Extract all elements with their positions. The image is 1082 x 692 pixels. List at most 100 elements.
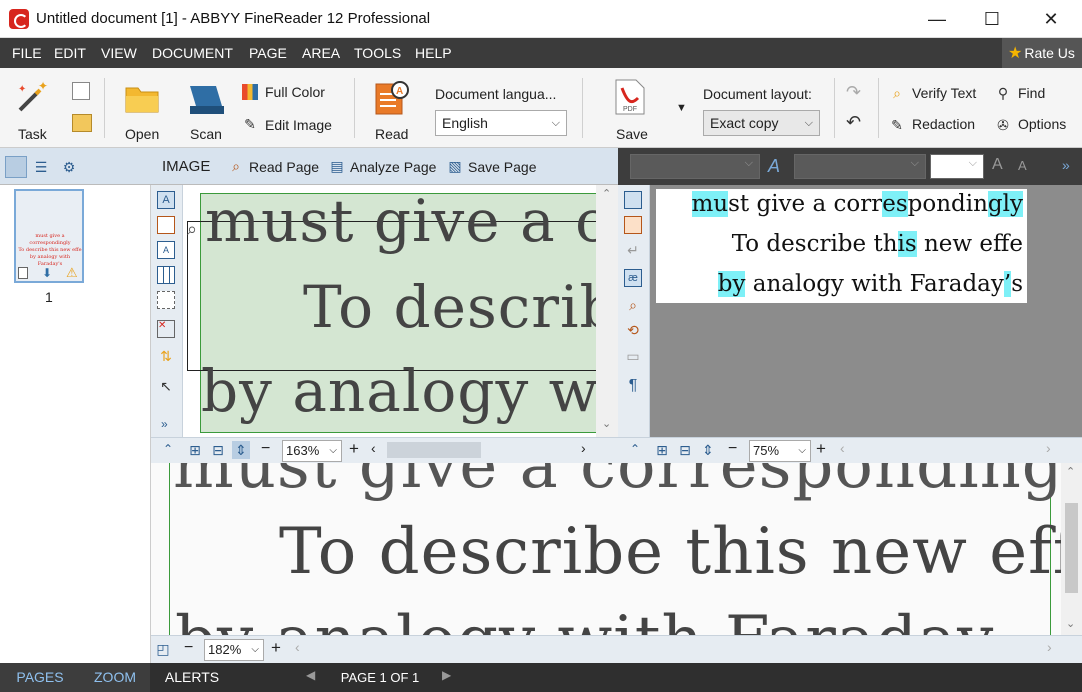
tab-zoom[interactable]: ZOOM [80,663,150,692]
scroll-left-icon[interactable]: ‹ [840,440,845,456]
menu-help[interactable]: HELP [415,38,452,68]
new-document-icon[interactable] [72,82,90,100]
rate-us-button[interactable]: ★ Rate Us [1002,38,1082,68]
menu-page[interactable]: PAGE [249,38,287,68]
minimize-button[interactable]: — [910,0,964,38]
menu-edit[interactable]: EDIT [54,38,86,68]
horizontal-scroll-thumb[interactable] [387,442,481,458]
vertical-scroll-thumb[interactable] [1065,503,1078,593]
read-page-button[interactable]: ⌕ Read Page [227,156,323,178]
decrease-font-icon[interactable]: A [1018,158,1027,173]
text-vertical-scrollbar[interactable] [1060,185,1082,437]
comments-icon[interactable]: ▭ [624,347,642,365]
maximize-button[interactable]: ☐ [965,0,1019,38]
page-properties-icon[interactable]: ⚙ [60,158,78,176]
fit-width-icon[interactable]: ⊟ [209,441,227,459]
zoom-in-icon[interactable]: + [271,638,281,658]
details-view-icon[interactable]: ☰ [32,158,50,176]
scroll-right-icon[interactable]: › [581,440,586,456]
close-button[interactable]: ✕ [1024,0,1078,38]
zoom-window-icon[interactable]: ◰ [154,640,172,658]
picture-area-tool-icon[interactable] [157,216,175,234]
show-text-icon[interactable] [624,191,642,209]
delete-area-tool-icon[interactable]: ✕ [157,320,175,338]
text-style-icon[interactable]: A [768,156,780,177]
pointer-tool-icon[interactable]: ↖ [157,377,175,395]
font-family-select[interactable]: ⌵ [794,154,926,179]
scan-button[interactable]: Scan [182,74,232,144]
zoom-panel-zoom-select[interactable]: 182% ⌵ [204,639,264,661]
save-dropdown-arrow-icon[interactable]: ▼ [676,102,687,114]
save-button[interactable]: PDF Save [606,74,658,144]
menu-tools[interactable]: TOOLS [354,38,401,68]
redaction-button[interactable]: ✎ Redaction [888,114,988,136]
zoom-out-icon[interactable]: − [261,440,270,458]
tab-pages[interactable]: PAGES [0,663,80,692]
collapse-icon[interactable]: ⌃ [163,442,173,456]
save-page-button[interactable]: ▧ Save Page [446,156,546,178]
redo-icon[interactable]: ↷ [846,82,861,103]
task-button[interactable]: ✦ ✦ Task [10,74,56,144]
next-page-icon[interactable]: ▶ [442,668,451,682]
show-pictures-icon[interactable] [624,216,642,234]
open-folder-small-icon[interactable] [72,114,92,132]
scroll-left-icon[interactable]: ‹ [371,440,376,456]
edit-image-button[interactable]: ✎ Edit Image [240,114,340,136]
scroll-right-icon[interactable]: › [1047,639,1052,655]
page-thumbnail[interactable]: must give a correspondingly To describe … [14,189,84,283]
menu-area[interactable]: AREA [302,38,340,68]
scroll-up-icon[interactable]: ⌃ [1066,465,1075,478]
increase-font-icon[interactable]: A [992,156,1003,174]
image-vertical-scrollbar[interactable]: ⌃ ⌄ [596,185,618,437]
options-button[interactable]: ✇ Options [994,114,1076,136]
expand-toolbar-icon[interactable]: » [1062,157,1070,173]
collapse-icon[interactable]: ⌃ [630,442,640,456]
zoom-in-icon[interactable]: + [816,439,826,459]
image-view[interactable]: ⌕ must give a co To describe by analogy … [183,185,596,437]
scroll-down-icon[interactable]: ⌄ [602,417,611,430]
fit-width-icon[interactable]: ⊟ [676,441,694,459]
fit-height-icon[interactable]: ⇕ [699,441,717,459]
verify-text-button[interactable]: ⌕ Verify Text [888,82,988,104]
paragraph-marks-icon[interactable]: ¶ [624,377,642,395]
find-button[interactable]: ⚲ Find [994,82,1074,104]
zoom-vertical-scrollbar[interactable]: ⌃ ⌄ [1061,463,1082,635]
menu-document[interactable]: DOCUMENT [152,38,233,68]
scroll-right-icon[interactable]: › [1046,440,1051,456]
fit-page-icon[interactable]: ⊞ [186,441,204,459]
read-button[interactable]: A Read [368,74,418,144]
open-button[interactable]: Open [118,74,168,144]
tab-alerts[interactable]: ALERTS [152,663,232,692]
menu-view[interactable]: VIEW [101,38,137,68]
text-wrap-icon[interactable]: ↵ [624,241,642,259]
image-zoom-select[interactable]: 163% ⌵ [282,440,342,462]
menu-file[interactable]: FILE [12,38,42,68]
order-areas-icon[interactable]: ⇅ [157,347,175,365]
document-language-select[interactable]: English ⌵ [435,110,567,136]
font-style-select[interactable]: ⌵ [630,154,760,179]
ligature-icon[interactable]: æ [624,269,642,287]
next-error-icon[interactable]: ⟲ [624,321,642,339]
scroll-down-icon[interactable]: ⌄ [1066,617,1075,630]
zoom-out-icon[interactable]: − [184,639,193,657]
text-zoom-select[interactable]: 75% ⌵ [749,440,811,462]
analyze-page-button[interactable]: ▤ Analyze Page [328,156,442,178]
background-picture-tool-icon[interactable]: A [157,241,175,259]
zoom-view[interactable]: must give a correspondingly To describe … [151,463,1061,635]
scroll-up-icon[interactable]: ⌃ [602,187,611,200]
full-color-button[interactable]: Full Color [240,82,340,104]
previous-page-icon[interactable]: ◀ [306,668,315,682]
font-size-select[interactable]: ⌵ [930,154,984,179]
text-area-tool-icon[interactable]: A [157,191,175,209]
more-tools-icon[interactable]: » [161,417,168,431]
scroll-left-icon[interactable]: ‹ [295,639,300,655]
fit-page-icon[interactable]: ⊞ [653,441,671,459]
table-area-tool-icon[interactable] [157,266,175,284]
barcode-area-tool-icon[interactable] [157,291,175,309]
text-editor-page[interactable]: must give a correspondingly To describe … [656,189,1027,303]
thumbnails-view-icon[interactable] [5,156,27,178]
fit-height-icon[interactable]: ⇕ [232,441,250,459]
undo-icon[interactable]: ↶ [846,112,861,133]
check-spelling-icon[interactable]: ⌕ [624,296,642,314]
document-layout-select[interactable]: Exact copy ⌵ [703,110,820,136]
